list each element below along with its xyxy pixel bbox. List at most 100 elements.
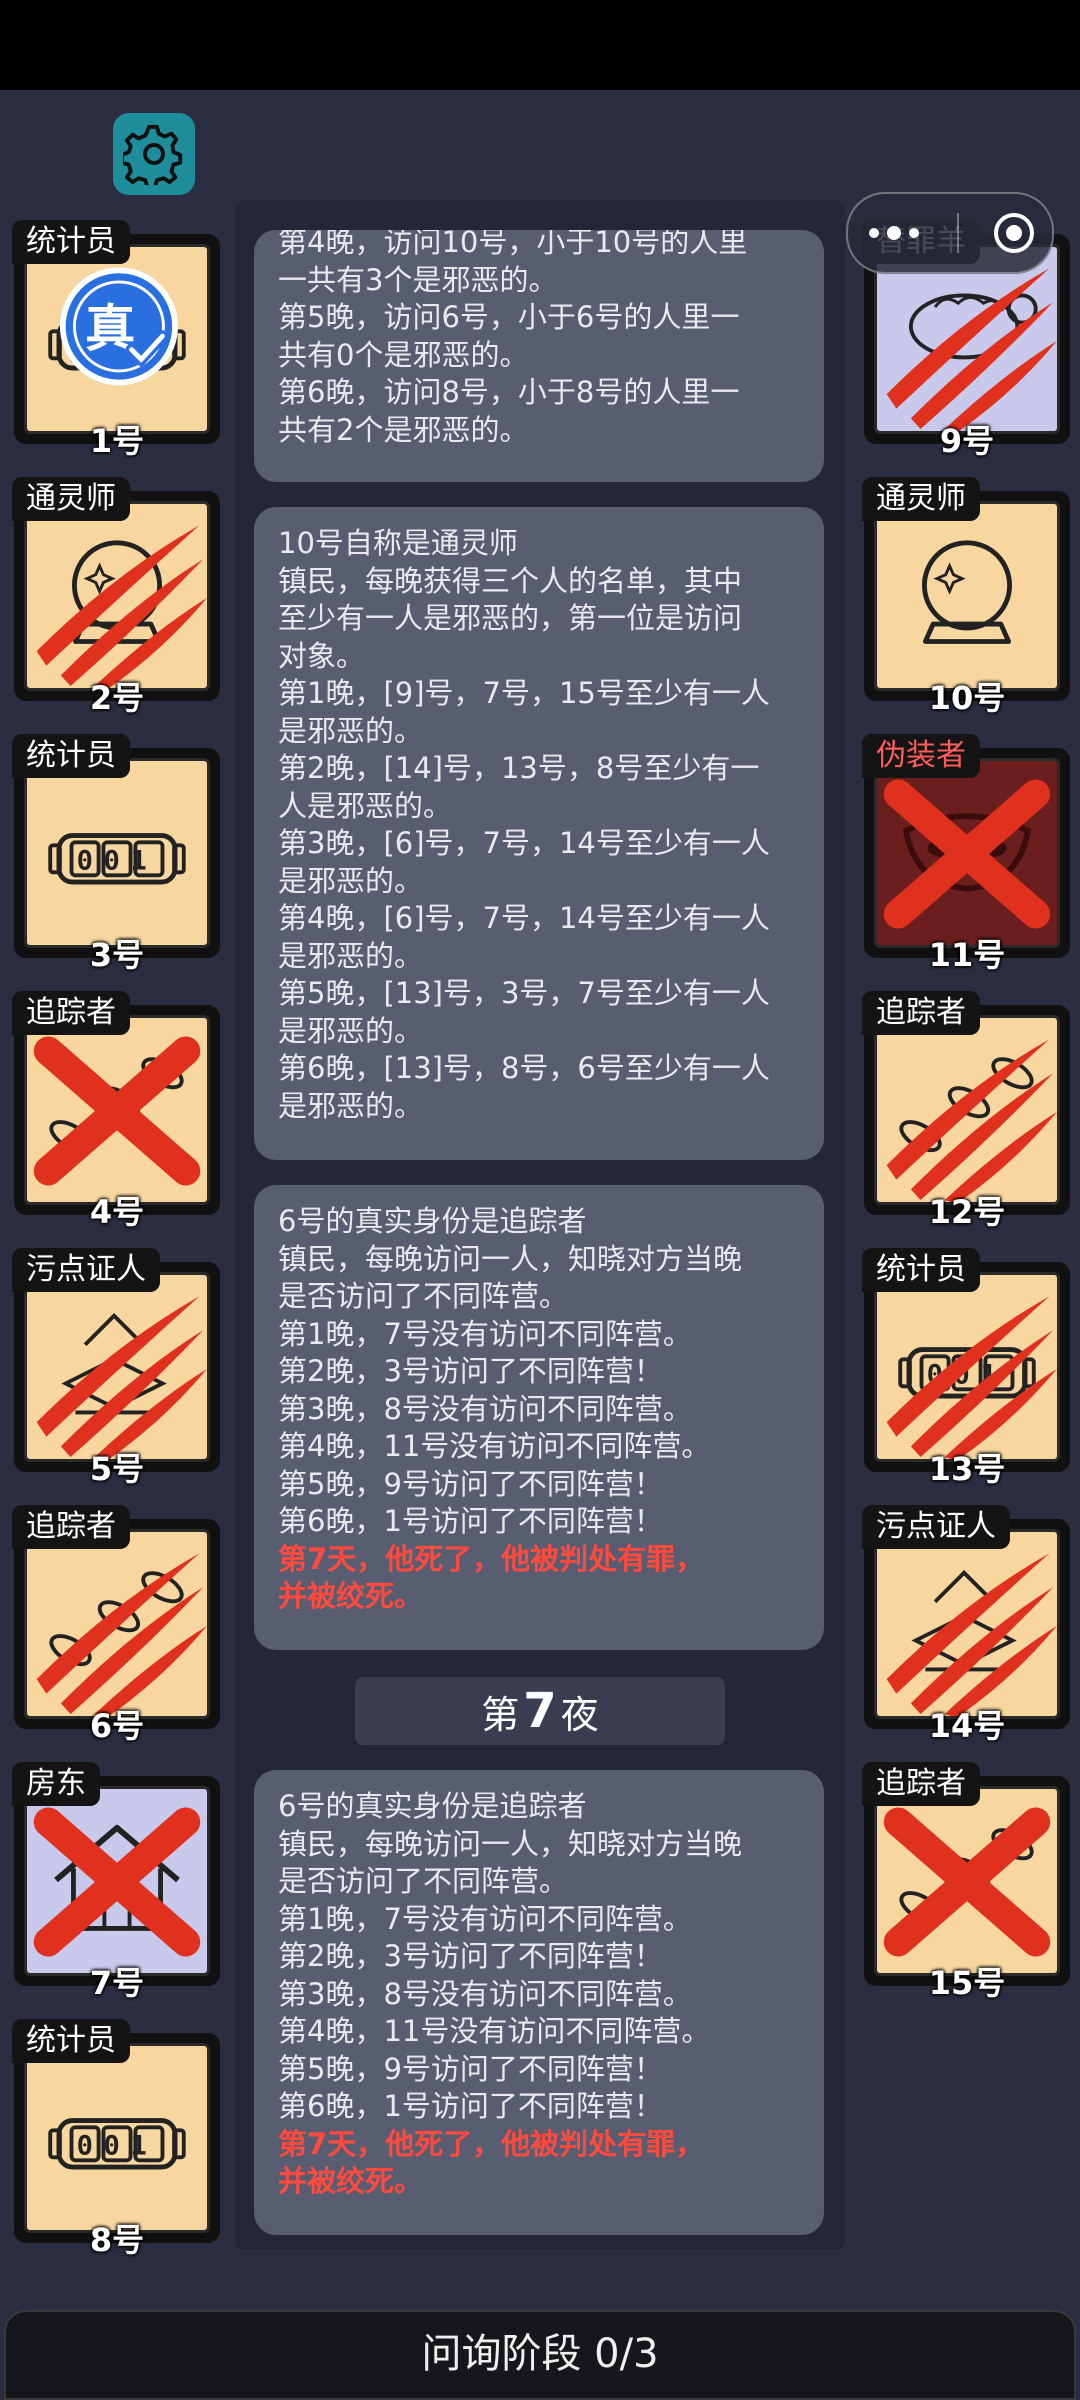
- player-card-frame: [864, 748, 1070, 958]
- message-line: 是否访问了不同阵营。: [278, 1864, 569, 1898]
- player-card-frame: [14, 1776, 220, 1986]
- role-label: 统计员: [12, 2019, 130, 2063]
- player-card-frame: [14, 1262, 220, 1472]
- player-portrait: 001: [24, 758, 210, 948]
- player-number: 8号: [89, 2221, 145, 2259]
- claw-scratch-mark: [886, 268, 1057, 431]
- player-card[interactable]: 追踪者 15号: [862, 1762, 1070, 2002]
- player-number: 2号: [89, 679, 145, 717]
- role-label: 房东: [12, 1762, 100, 1806]
- message-line: 第2晚，3号访问了不同阵营！: [278, 1354, 663, 1388]
- role-label: 追踪者: [862, 1762, 980, 1806]
- status-overlay: [886, 268, 1057, 431]
- message-line: 第6晚，1号访问了不同阵营！: [278, 2089, 663, 2123]
- message-line: 第4晚，访问10号，小于10号的人里: [278, 230, 748, 259]
- player-portrait: [24, 1529, 210, 1719]
- player-card[interactable]: 追踪者 6号: [12, 1505, 220, 1745]
- message-line: 第3晚，[6]号，7号，14号至少有一人: [278, 826, 770, 860]
- message-line: 第1晚，7号没有访问不同阵营。: [278, 1901, 692, 1936]
- gear-icon: [123, 124, 183, 185]
- role-label: 统计员: [12, 220, 130, 264]
- settings-button[interactable]: [113, 113, 195, 195]
- player-card[interactable]: 通灵师 2号: [12, 477, 220, 717]
- status-overlay: [886, 1553, 1057, 1716]
- message-line: 并被绞死。: [278, 2164, 424, 2198]
- player-card-frame: [864, 491, 1070, 701]
- target-close-icon[interactable]: [992, 211, 1036, 255]
- message-line: 对象。: [278, 638, 366, 673]
- player-card[interactable]: 001 统计员 13号: [862, 1248, 1070, 1488]
- player-card[interactable]: 通灵师 10号: [862, 477, 1070, 717]
- player-card-frame: 001: [14, 2033, 220, 2243]
- message-line: 是邪恶的。: [278, 938, 424, 973]
- status-overlay: [27, 761, 207, 945]
- status-overlay: [883, 1807, 1051, 1957]
- message-line: 第1晚，7号没有访问不同阵营。: [278, 1316, 692, 1351]
- status-overlay: [36, 525, 207, 688]
- message-line: 至少有一人是邪恶的，第一位是访问: [278, 601, 743, 635]
- role-label: 通灵师: [12, 477, 130, 521]
- player-portrait: 001 真: [24, 244, 210, 434]
- message-line: 第3晚，8号没有访问不同阵营。: [278, 1976, 692, 2011]
- player-card-frame: 001: [14, 748, 220, 958]
- role-label: 统计员: [862, 1248, 980, 1292]
- player-card[interactable]: 001 统计员 8号: [12, 2019, 220, 2259]
- message-line: 镇民，每晚访问一人，知晓对方当晚: [278, 1241, 743, 1276]
- message-line: 镇民，每晚访问一人，知晓对方当晚: [278, 1826, 743, 1861]
- message-line: 6号的真实身份是追踪者: [278, 1204, 587, 1238]
- claw-scratch-mark: [886, 1296, 1057, 1459]
- message-line: 人是邪恶的。: [278, 788, 453, 823]
- message-line: 并被绞死。: [278, 1579, 424, 1613]
- message-line: 第7天，他死了，他被判处有罪，: [278, 1541, 705, 1576]
- player-number: 11号: [928, 936, 1006, 974]
- player-card[interactable]: 追踪者 4号: [12, 991, 220, 1231]
- message-line: 共有2个是邪恶的。: [278, 412, 529, 447]
- miniprogram-capsule: [846, 192, 1054, 274]
- night-divider: 第7夜: [355, 1677, 725, 1745]
- player-card[interactable]: 追踪者 12号: [862, 991, 1070, 1231]
- more-dots-icon[interactable]: [864, 223, 924, 243]
- message-line: 第5晚，9号访问了不同阵营！: [278, 2051, 663, 2086]
- night-prefix: 第: [481, 1692, 520, 1737]
- claw-scratch-mark: [36, 1553, 207, 1716]
- player-number: 7号: [89, 1964, 145, 2002]
- night-suffix: 夜: [560, 1692, 599, 1737]
- dead-cross-mark: [883, 1807, 1051, 1957]
- player-card-frame: [864, 1776, 1070, 1986]
- status-overlay: [883, 779, 1051, 929]
- message-line: 第4晚，11号没有访问不同阵营。: [278, 1429, 711, 1463]
- message-line: 是邪恶的。: [278, 863, 424, 898]
- claw-scratch-mark: [36, 1296, 207, 1459]
- player-card[interactable]: 污点证人 14号: [862, 1505, 1070, 1745]
- message-line: 共有0个是邪恶的。: [278, 337, 529, 372]
- player-number: 1号: [89, 422, 145, 460]
- player-card-frame: 001: [864, 1262, 1070, 1472]
- role-label: 污点证人: [862, 1505, 1010, 1549]
- player-number: 14号: [928, 1707, 1006, 1745]
- player-card-frame: [14, 1519, 220, 1729]
- player-number: 10号: [928, 679, 1006, 717]
- player-card[interactable]: 污点证人 5号: [12, 1248, 220, 1488]
- player-card[interactable]: 001 统计员 3号: [12, 734, 220, 974]
- message-line: 第6晚，访问8号，小于8号的人里一: [278, 375, 740, 409]
- player-number: 5号: [89, 1450, 145, 1488]
- status-overlay: 真: [59, 267, 178, 386]
- status-overlay: [877, 504, 1057, 688]
- player-number: 9号: [939, 422, 995, 460]
- player-card[interactable]: 001 真 统计员 1号: [12, 220, 220, 460]
- message-line: 是邪恶的。: [278, 1088, 424, 1123]
- player-number: 15号: [928, 1964, 1006, 2002]
- player-card[interactable]: 伪装者 11号: [862, 734, 1070, 974]
- claw-scratch-mark: [886, 1039, 1057, 1202]
- message-line: 是否访问了不同阵营。: [278, 1279, 569, 1313]
- status-overlay: [886, 1039, 1057, 1202]
- role-label: 伪装者: [862, 734, 980, 778]
- message-line: 第5晚，访问6号，小于6号的人里一: [278, 300, 740, 334]
- player-portrait: [874, 758, 1060, 948]
- message-card: 第4晚，访问10号，小于10号的人里一共有3个是邪恶的。 第5晚，访问6号，小于6…: [254, 230, 824, 482]
- player-portrait: [874, 501, 1060, 691]
- message-line: 一共有3个是邪恶的。: [278, 262, 558, 297]
- player-portrait: 001: [874, 1272, 1060, 1462]
- player-card[interactable]: 房东 7号: [12, 1762, 220, 2002]
- player-portrait: [24, 1786, 210, 1976]
